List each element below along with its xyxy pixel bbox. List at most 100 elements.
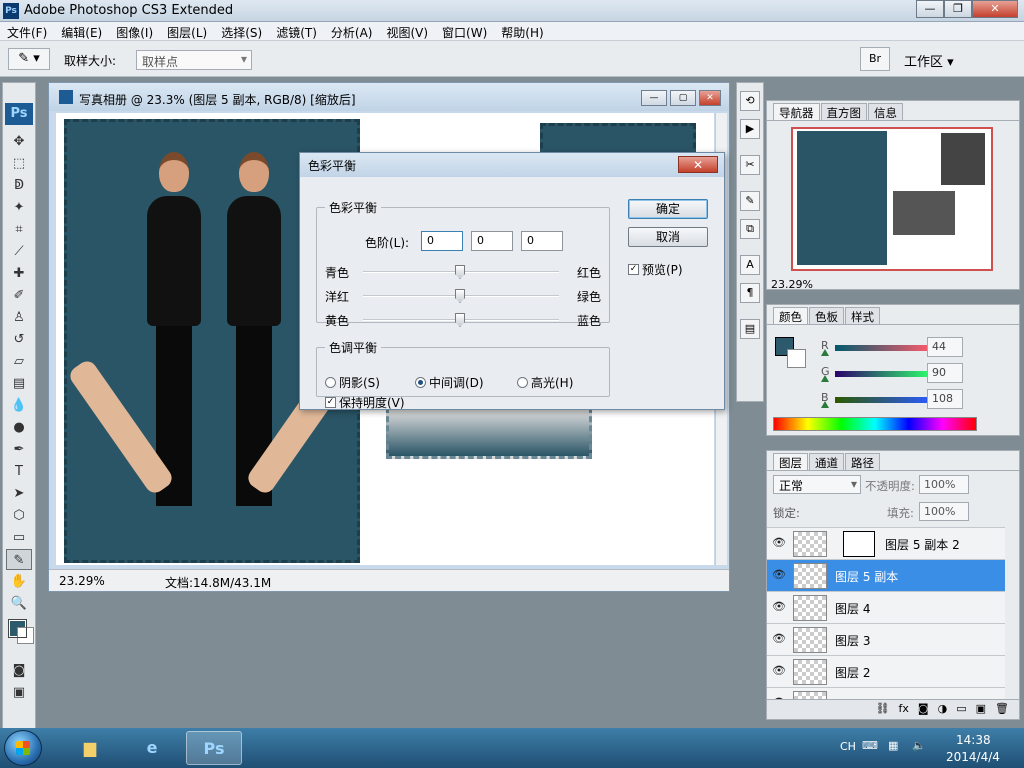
zoom-level[interactable]: 23.29% <box>59 574 105 588</box>
document-size[interactable]: 文档:14.8M/43.1M <box>165 574 271 591</box>
layer-row[interactable]: 👁 图层 3 <box>767 623 1005 655</box>
radio-highlights-control[interactable] <box>517 377 528 388</box>
preserve-luminosity-checkbox[interactable]: ✓ 保持明度(V) <box>325 394 405 411</box>
layer-thumbnail[interactable] <box>793 595 827 621</box>
lasso-tool-icon[interactable]: ↁ <box>6 175 32 196</box>
clock-date[interactable]: 2014/4/4 <box>946 750 1000 764</box>
layer-thumbnail[interactable] <box>793 659 827 685</box>
blur-tool-icon[interactable]: 💧 <box>6 395 32 416</box>
sample-size-select[interactable]: 取样点 <box>136 50 252 70</box>
link-layers-icon[interactable]: ⛓ <box>876 702 890 717</box>
red-channel-thumb[interactable] <box>821 349 829 356</box>
type-tool-icon[interactable]: T <box>6 461 32 482</box>
menu-layer[interactable]: 图层(L) <box>160 22 214 40</box>
path-selection-tool-icon[interactable]: ➤ <box>6 483 32 504</box>
volume-icon[interactable]: 🔈 <box>912 739 926 752</box>
healing-brush-tool-icon[interactable]: ✚ <box>6 263 32 284</box>
dodge-tool-icon[interactable]: ● <box>6 417 32 438</box>
adjustment-layer-icon[interactable]: ◑ <box>938 702 948 717</box>
layer-row[interactable]: 👁 图层 4 <box>767 591 1005 623</box>
slice-tool-icon[interactable]: ⟋ <box>6 241 32 262</box>
layer-row[interactable]: 👁 图层 5 副本 <box>767 559 1005 591</box>
preserve-luminosity-check[interactable]: ✓ <box>325 397 336 408</box>
eye-icon[interactable]: 👁 <box>771 600 787 614</box>
radio-shadows[interactable]: 阴影(S) <box>325 374 380 391</box>
color-spectrum-bar[interactable] <box>773 417 977 431</box>
dialog-close-button[interactable]: ✕ <box>678 156 718 173</box>
workspace-menu[interactable]: 工作区 ▾ <box>898 47 966 71</box>
start-button[interactable] <box>4 730 42 766</box>
yellow-blue-slider-thumb[interactable] <box>455 313 465 327</box>
brushes-panel-icon[interactable]: ✎ <box>740 191 760 211</box>
menu-select[interactable]: 选择(S) <box>214 22 269 40</box>
screen-mode-icon[interactable]: ▣ <box>6 682 32 703</box>
ie-taskbar-button[interactable]: e <box>124 731 180 765</box>
level-input-1[interactable]: 0 <box>421 231 463 251</box>
opacity-input[interactable]: 100% <box>919 475 969 494</box>
gradient-tool-icon[interactable]: ▤ <box>6 373 32 394</box>
eye-icon[interactable]: 👁 <box>771 664 787 678</box>
explorer-taskbar-button[interactable]: ▆ <box>62 731 118 765</box>
tool-presets-panel-icon[interactable]: ✂ <box>740 155 760 175</box>
eye-icon[interactable]: 👁 <box>771 568 787 582</box>
tab-paths[interactable]: 路径 <box>845 453 880 470</box>
notes-tool-icon[interactable]: ▭ <box>6 527 32 548</box>
quick-mask-icon[interactable]: ◙ <box>6 660 32 681</box>
layer-row[interactable]: 👁 图层 5 副本 2 <box>767 527 1005 559</box>
ime-indicator[interactable]: CH <box>840 740 856 753</box>
blue-channel-thumb[interactable] <box>821 401 829 408</box>
layer-row[interactable]: 👁 图层 2 <box>767 655 1005 687</box>
photoshop-taskbar-button[interactable]: Ps <box>186 731 242 765</box>
panel-background-swatch[interactable] <box>787 349 806 368</box>
radio-shadows-control[interactable] <box>325 377 336 388</box>
minimize-button[interactable]: — <box>916 0 944 18</box>
tab-styles[interactable]: 样式 <box>845 307 880 324</box>
tab-navigator[interactable]: 导航器 <box>773 103 820 120</box>
tab-color[interactable]: 颜色 <box>773 307 808 324</box>
layer-thumbnail[interactable] <box>793 627 827 653</box>
radio-midtones-control[interactable] <box>415 377 426 388</box>
hand-tool-icon[interactable]: ✋ <box>6 571 32 592</box>
preview-check[interactable]: ✓ <box>628 264 639 275</box>
cancel-button[interactable]: 取消 <box>628 227 708 247</box>
clock-time[interactable]: 14:38 <box>956 733 991 747</box>
clone-stamp-tool-icon[interactable]: ♙ <box>6 307 32 328</box>
eyedropper-tool-preset[interactable]: ✎ ▾ <box>8 48 50 70</box>
blue-value-input[interactable]: 108 <box>927 389 963 409</box>
red-channel-slider[interactable] <box>835 345 931 351</box>
eye-icon[interactable]: 👁 <box>771 536 787 550</box>
eraser-tool-icon[interactable]: ▱ <box>6 351 32 372</box>
eye-icon[interactable]: 👁 <box>771 632 787 646</box>
character-panel-icon[interactable]: A <box>740 255 760 275</box>
history-brush-tool-icon[interactable]: ↺ <box>6 329 32 350</box>
ok-button[interactable]: 确定 <box>628 199 708 219</box>
eyedropper-tool-icon[interactable]: ✎ <box>6 549 32 570</box>
menu-window[interactable]: 窗口(W) <box>435 22 494 40</box>
green-channel-slider[interactable] <box>835 371 931 377</box>
background-color-swatch[interactable] <box>17 627 34 644</box>
navigator-preview[interactable] <box>791 127 993 271</box>
tab-channels[interactable]: 通道 <box>809 453 844 470</box>
pen-tool-icon[interactable]: ✒ <box>6 439 32 460</box>
marquee-tool-icon[interactable]: ⬚ <box>6 153 32 174</box>
paragraph-panel-icon[interactable]: ¶ <box>740 283 760 303</box>
bridge-button[interactable]: Br <box>860 47 890 71</box>
layer-thumbnail[interactable] <box>793 563 827 589</box>
delete-layer-icon[interactable]: 🗑 <box>995 702 1009 717</box>
layer-thumbnail[interactable] <box>793 531 827 557</box>
zoom-tool-icon[interactable]: 🔍 <box>6 593 32 614</box>
clone-source-panel-icon[interactable]: ⧉ <box>740 219 760 239</box>
menu-help[interactable]: 帮助(H) <box>494 22 550 40</box>
blend-mode-select[interactable]: 正常 <box>773 475 861 494</box>
new-group-icon[interactable]: ▭ <box>956 702 966 717</box>
level-input-3[interactable]: 0 <box>521 231 563 251</box>
tab-layers[interactable]: 图层 <box>773 453 808 470</box>
tab-histogram[interactable]: 直方图 <box>820 103 867 120</box>
radio-highlights[interactable]: 高光(H) <box>517 374 573 391</box>
add-mask-icon[interactable]: ◙ <box>918 702 929 717</box>
red-value-input[interactable]: 44 <box>927 337 963 357</box>
blue-channel-slider[interactable] <box>835 397 931 403</box>
menu-image[interactable]: 图像(I) <box>109 22 160 40</box>
magic-wand-tool-icon[interactable]: ✦ <box>6 197 32 218</box>
menu-edit[interactable]: 编辑(E) <box>54 22 109 40</box>
